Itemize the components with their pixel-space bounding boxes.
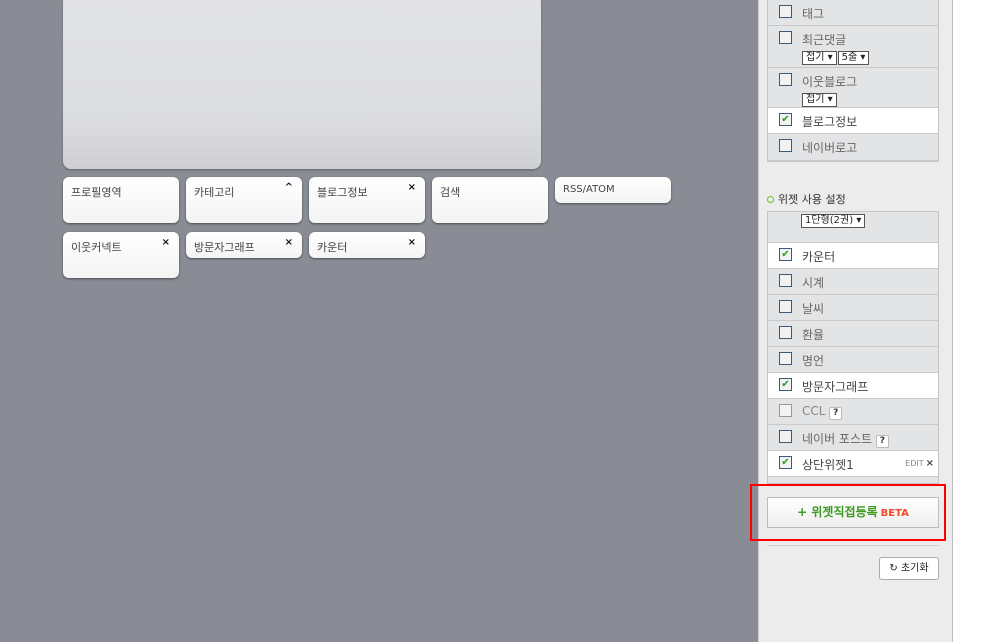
widget-label: 카테고리 — [194, 186, 235, 199]
option-select[interactable]: 접기 ▾ — [802, 93, 837, 107]
widget-option-row: 시계 — [768, 269, 938, 295]
widget-settings-header: 위젯 사용 설정 — [767, 191, 846, 207]
checkbox[interactable] — [779, 352, 792, 365]
refresh-icon: ↻ — [889, 563, 898, 574]
option-label: 네이버 포스트 — [802, 432, 873, 446]
checkbox[interactable] — [779, 404, 792, 417]
option-label: 환율 — [802, 328, 825, 342]
layout-canvas: 프로필영역 카테고리 ^ 블로그정보 × 검색 RSS/ATOM 이웃커넥트 × 방문자그래프 × 카… — [0, 0, 758, 642]
remove-icon[interactable]: × — [926, 458, 934, 469]
widget-block[interactable]: 방문자그래프 × — [186, 232, 302, 258]
option-label: CCL — [802, 404, 826, 418]
option-label: 태그 — [802, 7, 825, 21]
widget-option-row: ✔ 방문자그래프 — [768, 373, 938, 399]
layout-select-row: 1단형(2권) ▾ — [768, 212, 938, 243]
reset-button[interactable]: ↻ 초기화 — [879, 557, 939, 580]
widget-label: 블로그정보 — [317, 186, 368, 199]
check-icon: ✔ — [781, 379, 790, 390]
widget-option-row: ✔ 블로그정보 — [768, 108, 938, 134]
widget-option-row: 네이버 포스트 ? — [768, 425, 938, 451]
divider — [767, 545, 939, 546]
option-label: 상단위젯1 — [802, 458, 854, 472]
widget-label: 방문자그래프 — [194, 241, 255, 254]
option-label: 명언 — [802, 354, 825, 368]
widget-block[interactable]: 검색 — [432, 177, 548, 223]
widget-option-row: 태그 — [768, 0, 938, 26]
reset-label: 초기화 — [900, 563, 929, 574]
widget-block[interactable]: 카테고리 ^ — [186, 177, 302, 223]
widget-block[interactable]: RSS/ATOM — [555, 177, 671, 203]
option-select[interactable]: 접기 ▾ — [802, 51, 837, 65]
widget-label: RSS/ATOM — [563, 184, 615, 195]
widget-option-row: 네이버로고 — [768, 134, 938, 161]
widget-option-row: ✔ 상단위젯1 EDIT × — [768, 451, 938, 477]
checkbox[interactable] — [779, 31, 792, 44]
checkbox[interactable] — [779, 430, 792, 443]
checkbox[interactable]: ✔ — [779, 378, 792, 391]
close-icon[interactable]: × — [162, 237, 170, 248]
option-label: 네이버로고 — [802, 141, 858, 155]
widget-block[interactable]: 블로그정보 × — [309, 177, 425, 223]
checkbox[interactable] — [779, 5, 792, 18]
widget-label: 이웃커넥트 — [71, 241, 122, 254]
checkbox[interactable]: ✔ — [779, 113, 792, 126]
widget-option-row: 환율 — [768, 321, 938, 347]
close-icon[interactable]: × — [285, 237, 293, 248]
checkbox[interactable] — [779, 139, 792, 152]
widget-option-row: CCL ? — [768, 399, 938, 425]
check-icon: ✔ — [781, 249, 790, 260]
option-label: 날씨 — [802, 302, 825, 316]
check-icon: ✔ — [781, 457, 790, 468]
widget-block[interactable]: 카운터 × — [309, 232, 425, 258]
widget-option-row: 명언 — [768, 347, 938, 373]
option-label: 이웃블로그 — [802, 75, 858, 89]
option-label: 최근댓글 — [802, 33, 847, 47]
widget-label: 프로필영역 — [71, 186, 122, 199]
widget-option-row: 최근댓글접기 ▾ 5줄 ▾ — [768, 26, 938, 68]
option-select[interactable]: 5줄 ▾ — [837, 51, 870, 65]
widget-option-row: 날씨 — [768, 295, 938, 321]
close-icon[interactable]: × — [408, 182, 416, 193]
check-icon: ✔ — [781, 114, 790, 125]
checkbox[interactable] — [779, 326, 792, 339]
widget-option-row: 이웃블로그접기 ▾ — [768, 68, 938, 108]
layout-preview-area — [63, 0, 541, 169]
option-label: 블로그정보 — [802, 115, 858, 129]
checkbox[interactable] — [779, 73, 792, 86]
edit-link[interactable]: EDIT × — [905, 458, 934, 469]
layout-select[interactable]: 1단형(2권) ▾ — [801, 214, 866, 228]
checkbox[interactable] — [779, 300, 792, 313]
checkbox[interactable] — [779, 274, 792, 287]
help-icon[interactable]: ? — [829, 407, 843, 420]
bullet-icon — [767, 196, 774, 203]
widget-list-1: 태그 최근댓글 접기 ▾ 5줄 ▾ 이웃블로그 접기 ▾ ✔ 블로그정보 네이버로고 — [767, 0, 939, 162]
option-label: 카운터 — [802, 250, 836, 264]
settings-panel: 태그 최근댓글 접기 ▾ 5줄 ▾ 이웃블로그 접기 ▾ ✔ 블로그정보 네이버로고 위젯 사용… — [758, 0, 953, 642]
header-label: 위젯 사용 설정 — [778, 193, 846, 206]
checkbox[interactable]: ✔ — [779, 456, 792, 469]
widget-list-2: 1단형(2권) ▾ ✔ 카운터 시계 날씨 환율 명언 ✔ 방문자그래프 CCL ? 네이버 포스… — [767, 211, 939, 484]
widget-label: 카운터 — [317, 241, 348, 254]
widget-label: 검색 — [440, 186, 461, 199]
help-icon[interactable]: ? — [875, 435, 889, 448]
widget-block[interactable]: 프로필영역 — [63, 177, 179, 223]
option-label: 방문자그래프 — [802, 380, 869, 394]
highlight-box — [750, 484, 946, 541]
widget-option-row: ✔ 카운터 — [768, 243, 938, 269]
option-label: 시계 — [802, 276, 825, 290]
collapse-icon[interactable]: ^ — [285, 182, 293, 193]
checkbox[interactable]: ✔ — [779, 248, 792, 261]
widget-block[interactable]: 이웃커넥트 × — [63, 232, 179, 278]
close-icon[interactable]: × — [408, 237, 416, 248]
